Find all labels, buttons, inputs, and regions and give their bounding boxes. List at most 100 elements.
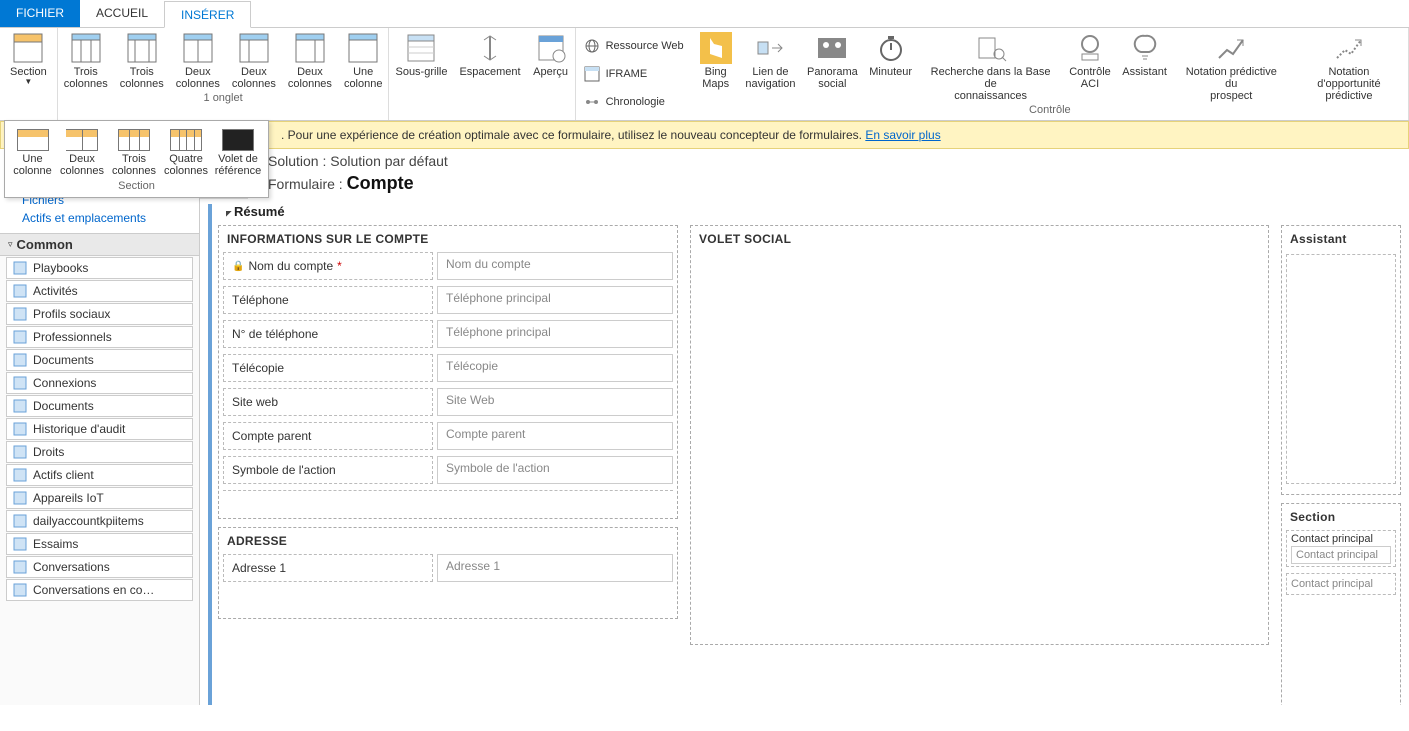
common-item-label: Essaims	[33, 537, 78, 551]
gallery-two-columns[interactable]: Deuxcolonnes	[56, 125, 108, 177]
entity-icon	[13, 491, 27, 505]
four-columns-icon	[170, 129, 202, 151]
iframe-icon	[584, 66, 600, 82]
tab-home[interactable]: ACCUEIL	[80, 0, 164, 27]
preview-button[interactable]: Aperçu	[527, 28, 575, 78]
common-item[interactable]: Droits	[6, 441, 193, 463]
common-item[interactable]: Appareils IoT	[6, 487, 193, 509]
lock-icon: 🔒	[232, 261, 244, 272]
aci-control-button[interactable]: ContrôleACI	[1063, 28, 1116, 102]
field-address-1[interactable]: Adresse 1 Adresse 1	[223, 554, 673, 582]
field-ticker[interactable]: Symbole de l'action Symbole de l'action	[223, 456, 673, 484]
gallery-three-columns[interactable]: Troiscolonnes	[108, 125, 160, 177]
section-gallery-dropdown: Unecolonne Deuxcolonnes Troiscolonnes Qu…	[4, 120, 269, 198]
entity-icon	[13, 284, 27, 298]
two-columns-tab-button-1[interactable]: Deuxcolonnes	[170, 28, 226, 90]
section-social-pane[interactable]: VOLET SOCIAL	[690, 225, 1269, 645]
common-item[interactable]: Historique d'audit	[6, 418, 193, 440]
banner-learn-more-link[interactable]: En savoir plus	[865, 128, 940, 142]
one-column-icon	[347, 32, 379, 64]
field-website[interactable]: Site web Site Web	[223, 388, 673, 416]
common-item[interactable]: Professionnels	[6, 326, 193, 348]
field-input: Symbole de l'action	[437, 456, 673, 484]
section-account-info[interactable]: INFORMATIONS SUR LE COMPTE 🔒Nom du compt…	[218, 225, 678, 519]
entity-icon	[13, 330, 27, 344]
kb-search-button[interactable]: Recherche dans la Base deconnaissances	[918, 28, 1064, 102]
two-columns-icon	[182, 32, 214, 64]
common-item[interactable]: Documents	[6, 395, 193, 417]
form-label: Formulaire : Compte	[268, 169, 1401, 204]
common-item[interactable]: Profils sociaux	[6, 303, 193, 325]
section-contact[interactable]: Section Contact principal Contact princi…	[1281, 503, 1401, 705]
field-contact-principal-2[interactable]: Contact principal	[1286, 573, 1396, 595]
field-phone[interactable]: Téléphone Téléphone principal	[223, 286, 673, 314]
kb-icon	[975, 32, 1007, 64]
common-item[interactable]: dailyaccountkpiitems	[6, 510, 193, 532]
field-input: Contact principal	[1291, 546, 1391, 564]
field-fax[interactable]: Télécopie Télécopie	[223, 354, 673, 382]
field-account-name[interactable]: 🔒Nom du compte * Nom du compte	[223, 252, 673, 280]
stopwatch-icon	[875, 32, 907, 64]
section-title: VOLET SOCIAL	[691, 226, 1268, 250]
entity-icon	[13, 468, 27, 482]
section-address[interactable]: ADRESSE Adresse 1 Adresse 1	[218, 527, 678, 619]
section-dropdown-button[interactable]: Section ▼	[4, 28, 53, 87]
iframe-button[interactable]: IFRAME	[584, 64, 684, 84]
entity-icon	[13, 537, 27, 551]
gallery-four-columns[interactable]: Quatrecolonnes	[160, 125, 212, 177]
common-item[interactable]: Activités	[6, 280, 193, 302]
two-columns-icon	[294, 32, 326, 64]
globe-icon	[584, 38, 600, 54]
tab-file[interactable]: FICHIER	[0, 0, 80, 27]
common-item[interactable]: Conversations en co…	[6, 579, 193, 601]
tab-summary-header[interactable]: Résumé	[218, 204, 1401, 225]
entity-icon	[13, 560, 27, 574]
nav-link-button[interactable]: Lien denavigation	[740, 28, 802, 102]
gallery-one-column[interactable]: Unecolonne	[9, 125, 56, 177]
bing-maps-button[interactable]: BingMaps	[692, 28, 740, 102]
tab-insert[interactable]: INSÉRER	[164, 1, 251, 28]
common-header[interactable]: ▿ Common	[0, 233, 199, 256]
two-columns-tab-button-2[interactable]: Deuxcolonnes	[226, 28, 282, 90]
three-columns-icon	[118, 129, 150, 151]
two-columns-icon	[66, 129, 98, 151]
common-item-label: Conversations en co…	[33, 583, 154, 597]
ribbon: Section ▼ Unecolonne Deuxcolonnes Troisc…	[0, 28, 1409, 121]
assistant-button[interactable]: Assistant	[1117, 28, 1173, 102]
two-columns-tab-button-3[interactable]: Deuxcolonnes	[282, 28, 338, 90]
field-input: Site Web	[437, 388, 673, 416]
social-panorama-button[interactable]: Panoramasocial	[801, 28, 863, 102]
predictive-lead-button[interactable]: Notation prédictive duprospect	[1173, 28, 1290, 102]
common-item[interactable]: Connexions	[6, 372, 193, 394]
field-parent-account[interactable]: Compte parent Compte parent	[223, 422, 673, 450]
predictive-opp-button[interactable]: Notation d'opportunitéprédictive	[1290, 28, 1408, 102]
three-columns-tab-button-1[interactable]: Troiscolonnes	[58, 28, 114, 90]
section-assistant[interactable]: Assistant	[1281, 225, 1401, 495]
entity-icon	[13, 261, 27, 275]
subgrid-button[interactable]: Sous-grille	[389, 28, 453, 78]
section-title: INFORMATIONS SUR LE COMPTE	[219, 226, 677, 250]
timer-button[interactable]: Minuteur	[863, 28, 917, 102]
common-item[interactable]: Playbooks	[6, 257, 193, 279]
three-columns-tab-button-2[interactable]: Troiscolonnes	[114, 28, 170, 90]
field-input: Télécopie	[437, 354, 673, 382]
field-input: Téléphone principal	[437, 320, 673, 348]
one-column-tab-button[interactable]: Unecolonne	[338, 28, 389, 90]
chevron-down-icon: ▿	[8, 239, 13, 250]
entity-icon	[13, 399, 27, 413]
gallery-reference-panel[interactable]: Volet deréférence	[212, 125, 264, 177]
field-phone-number[interactable]: N° de téléphone Téléphone principal	[223, 320, 673, 348]
common-item[interactable]: Actifs client	[6, 464, 193, 486]
web-resource-button[interactable]: Ressource Web	[584, 36, 684, 56]
common-item-label: Droits	[33, 445, 64, 459]
left-panel: Résumé Détails Fichiers Actifs et emplac…	[0, 149, 200, 705]
menu-tabs: FICHIER ACCUEIL INSÉRER	[0, 0, 1409, 28]
common-item[interactable]: Conversations	[6, 556, 193, 578]
common-item-label: Conversations	[33, 560, 110, 574]
nav-item-assets[interactable]: Actifs et emplacements	[0, 209, 199, 227]
timeline-button[interactable]: Chronologie	[584, 92, 684, 112]
spacer-button[interactable]: Espacement	[453, 28, 526, 78]
common-item[interactable]: Essaims	[6, 533, 193, 555]
common-item[interactable]: Documents	[6, 349, 193, 371]
field-contact-principal[interactable]: Contact principal Contact principal	[1286, 530, 1396, 567]
